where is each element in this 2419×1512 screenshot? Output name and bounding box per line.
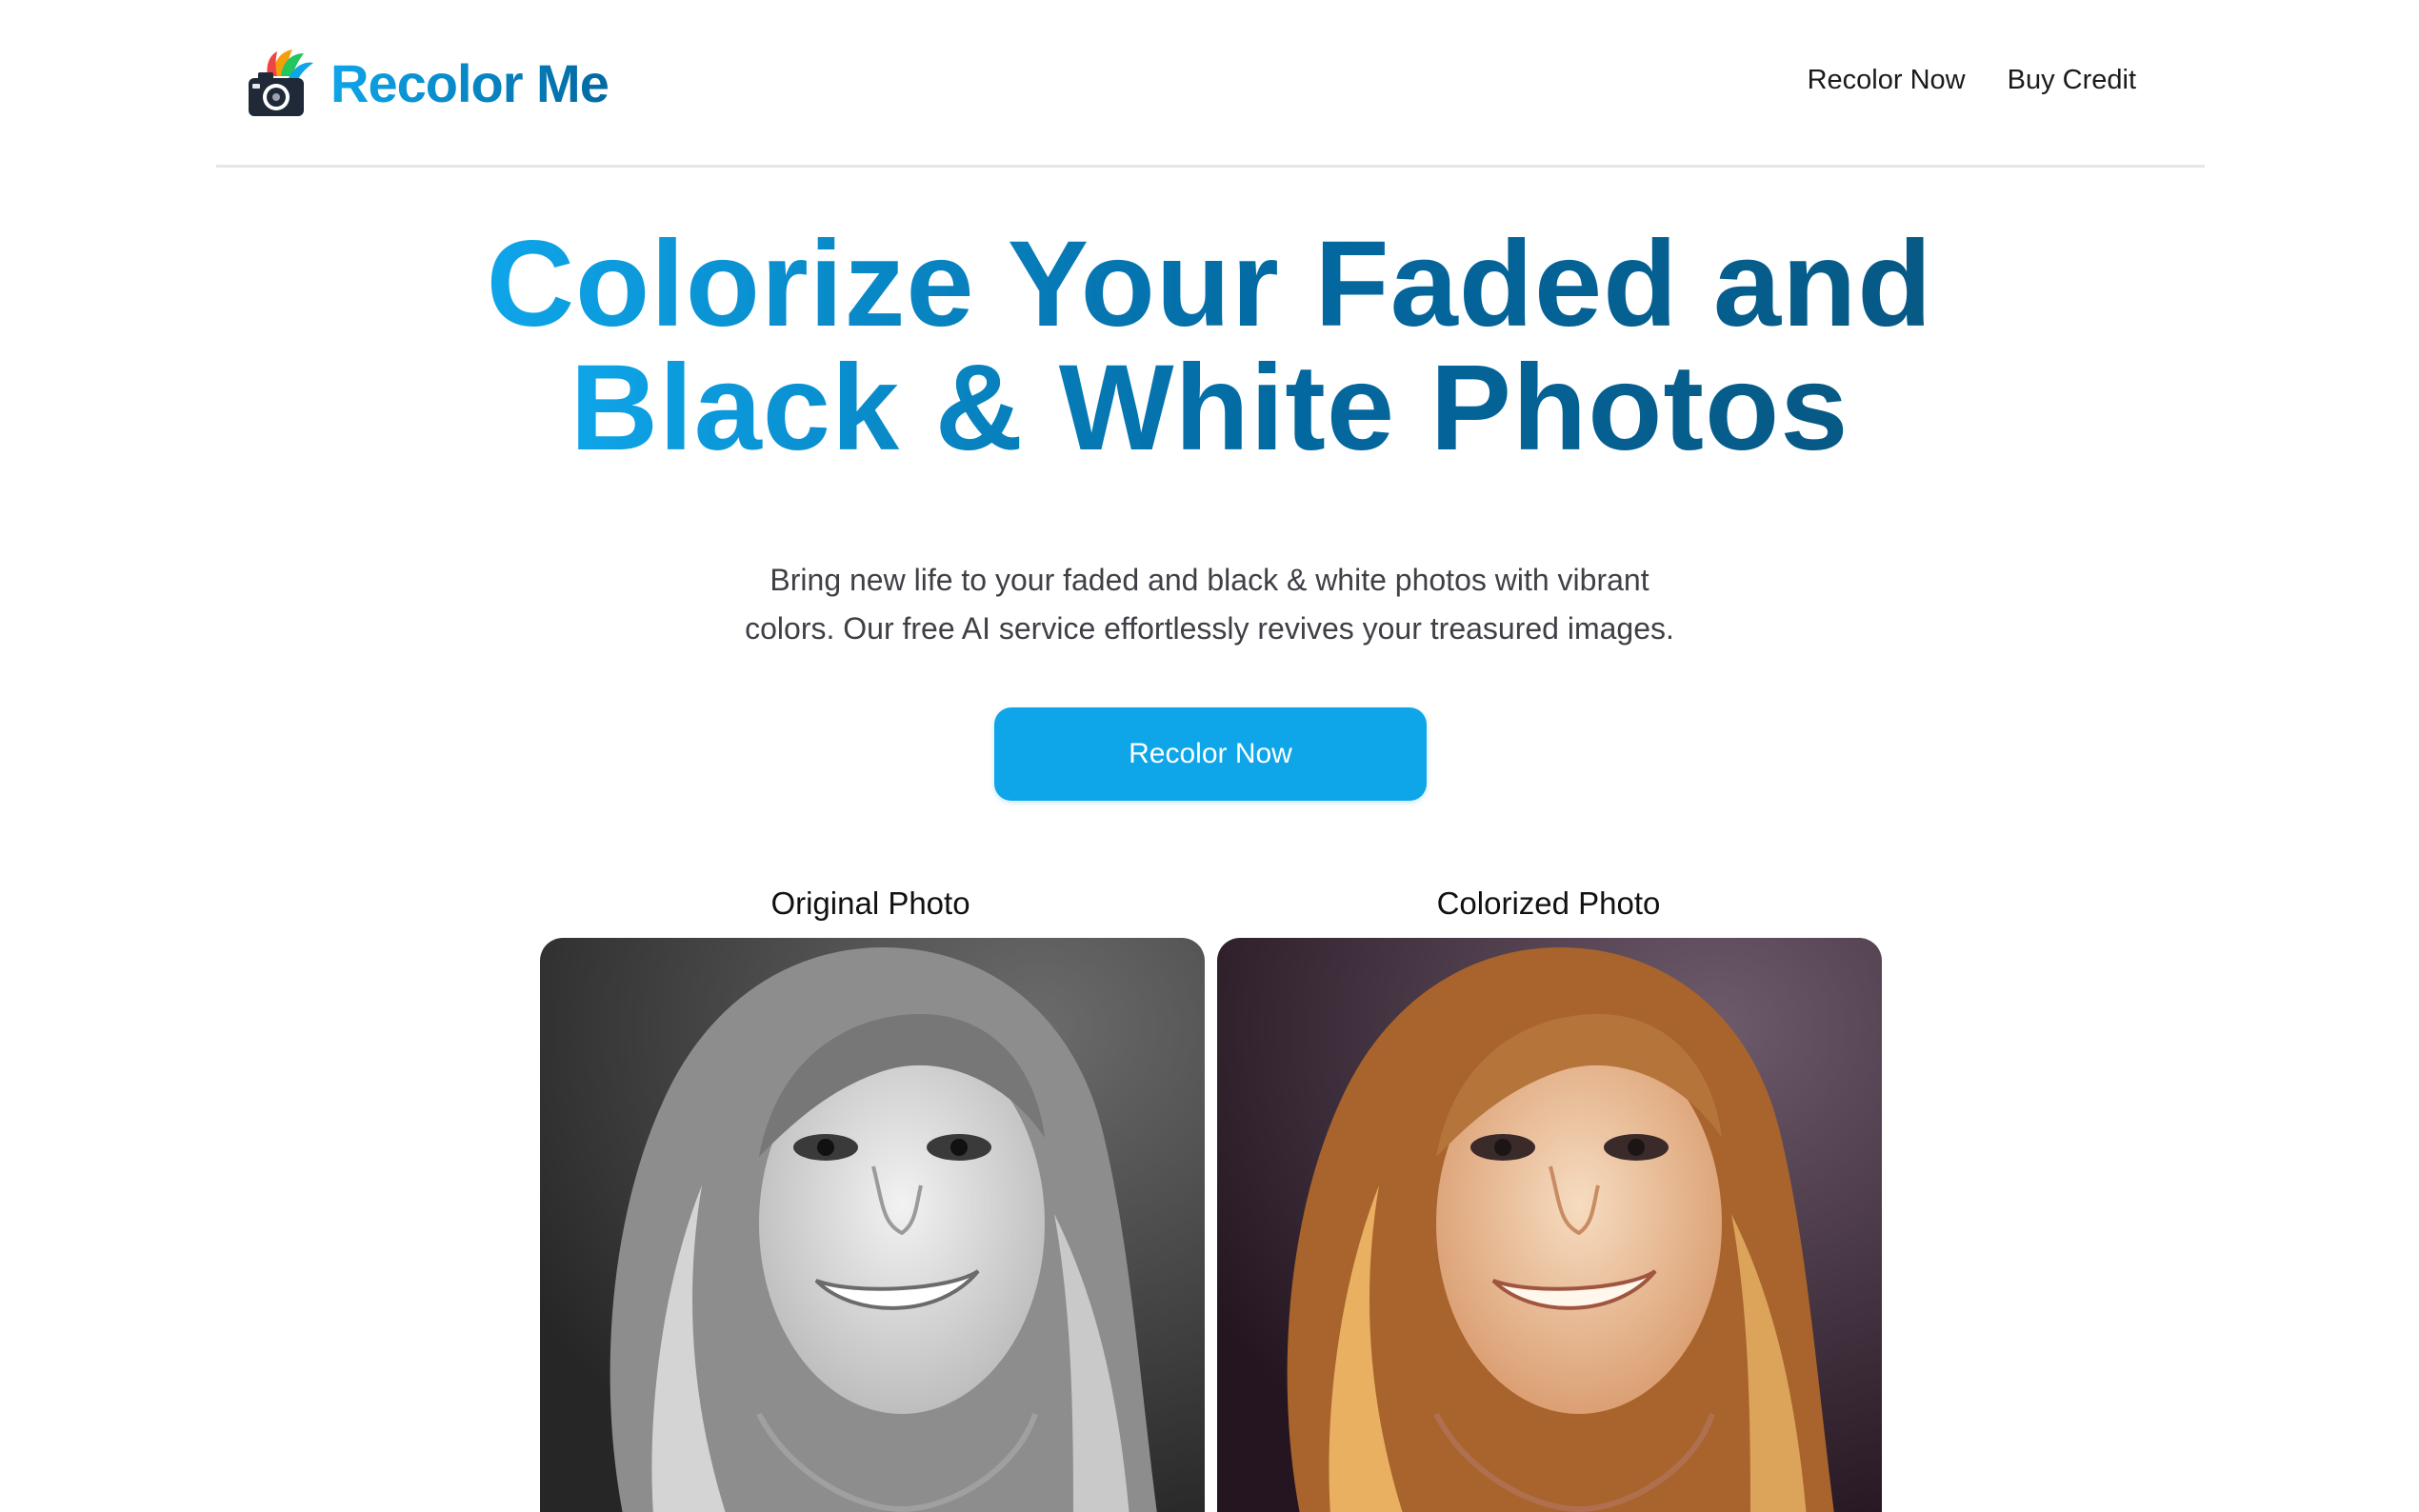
original-photo (540, 938, 1205, 1512)
camera-feather-icon (249, 50, 313, 116)
hero-subtitle-line-1: Bring new life to your faded and black &… (770, 563, 1649, 597)
colorized-photo (1217, 938, 1882, 1512)
original-photo-label: Original Photo (770, 885, 970, 921)
hero-title: Colorize Your Faded and Black & White Ph… (0, 223, 2419, 470)
logo-text: Recolor Me (330, 46, 610, 122)
site-header: Recolor Me Recolor Now Buy Credit (216, 0, 2205, 168)
nav-recolor-now[interactable]: Recolor Now (1808, 61, 1966, 99)
hero-subtitle-line-2: colors. Our free AI service effortlessly… (745, 611, 1674, 646)
logo-link[interactable]: Recolor Me (245, 46, 610, 122)
hero-title-line-2: Black & White Photos (570, 340, 1849, 476)
colorized-photo-label: Colorized Photo (1436, 885, 1661, 921)
main-nav: Recolor Now Buy Credit (1808, 61, 2136, 99)
recolor-now-button[interactable]: Recolor Now (994, 707, 1427, 801)
hero-subtitle: Bring new life to your faded and black &… (705, 556, 1714, 653)
nav-buy-credit[interactable]: Buy Credit (2008, 61, 2136, 99)
original-portrait-image (540, 938, 1205, 1512)
colorized-portrait-image (1217, 938, 1882, 1512)
hero-title-line-1: Colorize Your Faded and (486, 216, 1933, 352)
